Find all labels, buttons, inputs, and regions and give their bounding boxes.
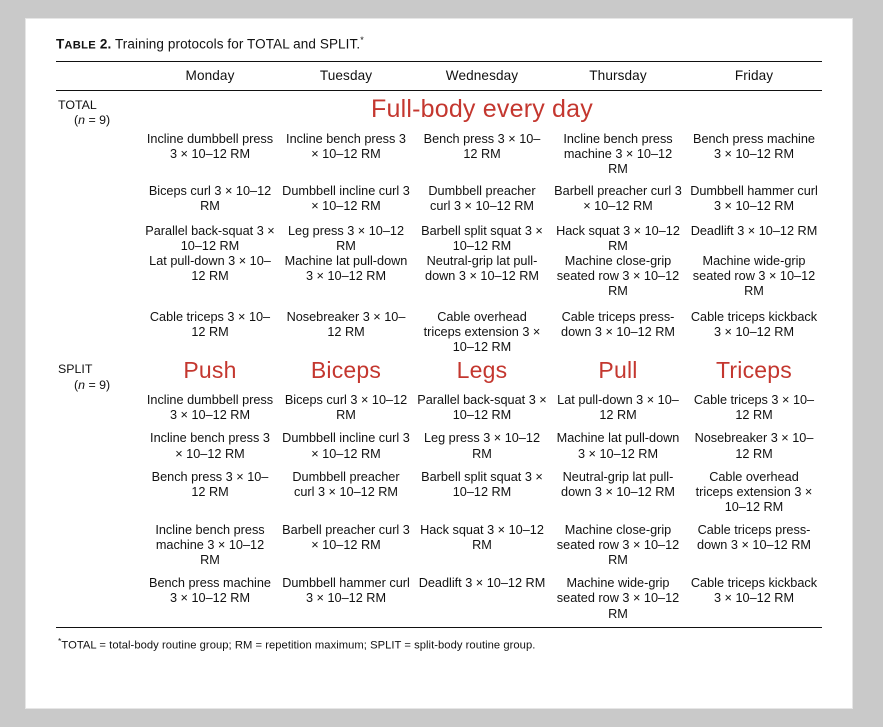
protocol-table: Monday Tuesday Wednesday Thursday Friday xyxy=(56,62,822,90)
day-header-row: Monday Tuesday Wednesday Thursday Friday xyxy=(56,62,822,90)
cell-split-b0-c1: Biceps curl 3 × 10–12 RM xyxy=(284,393,408,423)
cell-split-b4-c1: Dumbbell hammer curl 3 × 10–12 RM xyxy=(282,576,410,606)
day-header-friday: Friday xyxy=(734,67,774,83)
group-name-total: TOTAL xyxy=(58,97,97,112)
corner-cell xyxy=(56,62,142,90)
table-footnote: *TOTAL = total-body routine group; RM = … xyxy=(56,628,822,652)
group-label-total: TOTAL (n = 9) xyxy=(56,91,142,355)
cell-split-b4-c2: Deadlift 3 × 10–12 RM xyxy=(418,576,546,591)
cell-total-b0-r0-c3: Incline bench press machine 3 × 10–12 RM xyxy=(563,131,673,176)
total-banner: Full-body every day xyxy=(371,94,593,123)
total-banner-row: TOTAL (n = 9) Full-body every day xyxy=(56,91,822,127)
table-container: TABLE 2. Training protocols for TOTAL an… xyxy=(56,35,822,651)
table-row: Bench press machine 3 × 10–12 RM Dumbbel… xyxy=(56,568,822,621)
cell-total-b1-r0-c2: Barbell split squat 3 × 10–12 RM xyxy=(421,224,543,254)
cell-split-b1-c2: Leg press 3 × 10–12 RM xyxy=(423,431,541,461)
group-split: SPLIT (n = 9) Push Biceps Legs Pull Tric… xyxy=(56,355,822,622)
cell-total-b2-r0-c3: Cable triceps press-down 3 × 10–12 RM xyxy=(561,309,675,339)
cell-total-b1-r0-c4: Deadlift 3 × 10–12 RM xyxy=(690,224,818,239)
cell-split-b4-c3: Machine wide-grip seated row 3 × 10–12 R… xyxy=(556,576,680,621)
cell-total-b0-r0-c0: Incline dumbbell press 3 × 10–12 RM xyxy=(146,131,274,161)
group-label-split: SPLIT (n = 9) xyxy=(56,355,142,622)
cell-split-b2-c1: Dumbbell preacher curl 3 × 10–12 RM xyxy=(292,469,400,499)
cell-split-b1-c3: Machine lat pull-down 3 × 10–12 RM xyxy=(556,431,680,461)
table-row: Incline dumbbell press 3 × 10–12 RM Bice… xyxy=(56,385,822,423)
split-day-header-push: Push xyxy=(183,356,237,383)
cell-split-b0-c4: Cable triceps 3 × 10–12 RM xyxy=(693,393,815,423)
cell-total-b0-r1-c3: Barbell preacher curl 3 × 10–12 RM xyxy=(554,183,682,213)
cell-split-b4-c4: Cable triceps kickback 3 × 10–12 RM xyxy=(690,576,818,606)
table-sheet: TABLE 2. Training protocols for TOTAL an… xyxy=(26,19,852,708)
table-row: Incline bench press machine 3 × 10–12 RM… xyxy=(56,515,822,568)
cell-total-b2-r0-c2: Cable overhead triceps extension 3 × 10–… xyxy=(423,309,541,354)
cell-split-b3-c3: Machine close-grip seated row 3 × 10–12 … xyxy=(556,522,680,568)
cell-split-b3-c1: Barbell preacher curl 3 × 10–12 RM xyxy=(282,522,410,553)
cell-split-b4-c0: Bench press machine 3 × 10–12 RM xyxy=(148,576,271,606)
table-caption: TABLE 2. Training protocols for TOTAL an… xyxy=(56,35,822,61)
day-header-tuesday: Tuesday xyxy=(319,67,373,83)
caption-footnote-marker: * xyxy=(360,35,364,45)
cell-total-b2-r0-c0: Cable triceps 3 × 10–12 RM xyxy=(149,309,271,339)
cell-total-b0-r1-c1: Dumbbell incline curl 3 × 10–12 RM xyxy=(282,183,410,213)
cell-split-b2-c4: Cable overhead triceps extension 3 × 10–… xyxy=(695,469,813,514)
cell-split-b2-c2: Barbell split squat 3 × 10–12 RM xyxy=(421,469,543,499)
table-row: Parallel back-squat 3 × 10–12 RM Leg pre… xyxy=(56,214,822,254)
protocol-body: TOTAL (n = 9) Full-body every day Inclin… xyxy=(56,91,822,622)
table-number-smallcaps: ABLE xyxy=(64,39,97,52)
table-row: Cable triceps 3 × 10–12 RM Nosebreaker 3… xyxy=(56,300,822,355)
cell-total-b1-r1-c4: Machine wide-grip seated row 3 × 10–12 R… xyxy=(692,254,816,299)
group-name-split: SPLIT xyxy=(58,361,93,376)
cell-total-b1-r0-c1: Leg press 3 × 10–12 RM xyxy=(287,224,405,254)
cell-total-b2-r0-c4: Cable triceps kickback 3 × 10–12 RM xyxy=(690,309,818,339)
table-row: Lat pull-down 3 × 10–12 RM Machine lat p… xyxy=(56,254,822,299)
table-row: Bench press 3 × 10–12 RM Dumbbell preach… xyxy=(56,462,822,515)
cell-total-b2-r0-c1: Nosebreaker 3 × 10–12 RM xyxy=(286,309,406,339)
table-row: Biceps curl 3 × 10–12 RM Dumbbell inclin… xyxy=(56,177,822,214)
cell-split-b1-c1: Dumbbell incline curl 3 × 10–12 RM xyxy=(282,431,410,461)
cell-total-b0-r1-c2: Dumbbell preacher curl 3 × 10–12 RM xyxy=(428,183,536,213)
page-canvas: TABLE 2. Training protocols for TOTAL an… xyxy=(0,0,883,727)
cell-split-b0-c3: Lat pull-down 3 × 10–12 RM xyxy=(557,393,679,423)
cell-total-b1-r1-c0: Lat pull-down 3 × 10–12 RM xyxy=(149,254,271,284)
table-head-body: Monday Tuesday Wednesday Thursday Friday xyxy=(56,62,822,90)
cell-split-b3-c4: Cable triceps press-down 3 × 10–12 RM xyxy=(697,522,811,553)
day-header-wednesday: Wednesday xyxy=(445,67,519,83)
cell-split-b0-c2: Parallel back-squat 3 × 10–12 RM xyxy=(417,393,547,423)
table-row: Incline dumbbell press 3 × 10–12 RM Incl… xyxy=(56,125,822,177)
cell-total-b1-r1-c3: Machine close-grip seated row 3 × 10–12 … xyxy=(556,254,680,299)
cell-split-b1-c0: Incline bench press 3 × 10–12 RM xyxy=(150,431,270,461)
group-total: TOTAL (n = 9) Full-body every day Inclin… xyxy=(56,91,822,355)
cell-total-b1-r1-c2: Neutral-grip lat pull-down 3 × 10–12 RM xyxy=(425,254,539,284)
cell-total-b1-r0-c3: Hack squat 3 × 10–12 RM xyxy=(556,224,680,254)
cell-split-b2-c3: Neutral-grip lat pull-down 3 × 10–12 RM xyxy=(561,469,675,499)
cell-total-b0-r1-c0: Biceps curl 3 × 10–12 RM xyxy=(148,183,272,213)
group-n-total: (n = 9) xyxy=(74,113,111,128)
cell-split-b0-c0: Incline dumbbell press 3 × 10–12 RM xyxy=(146,393,274,423)
footnote-text: TOTAL = total-body routine group; RM = r… xyxy=(61,639,536,652)
day-header-thursday: Thursday xyxy=(589,67,647,83)
cell-split-b3-c0: Incline bench press machine 3 × 10–12 RM xyxy=(155,522,265,568)
cell-total-b0-r0-c1: Incline bench press 3 × 10–12 RM xyxy=(286,131,406,161)
day-header-monday: Monday xyxy=(185,67,235,83)
split-day-header-triceps: Triceps xyxy=(716,356,792,383)
table-row: Incline bench press 3 × 10–12 RM Dumbbel… xyxy=(56,423,822,461)
footnote-area: *TOTAL = total-body routine group; RM = … xyxy=(56,622,822,652)
cell-total-b0-r0-c2: Bench press 3 × 10–12 RM xyxy=(423,131,541,161)
split-header-row: SPLIT (n = 9) Push Biceps Legs Pull Tric… xyxy=(56,355,822,392)
cell-split-b2-c0: Bench press 3 × 10–12 RM xyxy=(151,469,269,499)
cell-split-b1-c4: Nosebreaker 3 × 10–12 RM xyxy=(694,431,814,461)
group-n-split: (n = 9) xyxy=(74,377,111,392)
split-day-header-legs: Legs xyxy=(456,356,508,383)
table-number-suffix: 2. xyxy=(96,36,112,52)
cell-total-b1-r0-c0: Parallel back-squat 3 × 10–12 RM xyxy=(145,224,275,254)
split-day-header-biceps: Biceps xyxy=(310,356,382,383)
split-day-header-pull: Pull xyxy=(598,356,638,383)
table-caption-text: Training protocols for TOTAL and SPLIT. xyxy=(114,36,361,52)
cell-total-b1-r1-c1: Machine lat pull-down 3 × 10–12 RM xyxy=(284,254,408,284)
cell-total-b0-r1-c4: Dumbbell hammer curl 3 × 10–12 RM xyxy=(690,183,818,213)
cell-split-b3-c2: Hack squat 3 × 10–12 RM xyxy=(420,522,544,553)
cell-total-b0-r0-c4: Bench press machine 3 × 10–12 RM xyxy=(692,131,815,161)
